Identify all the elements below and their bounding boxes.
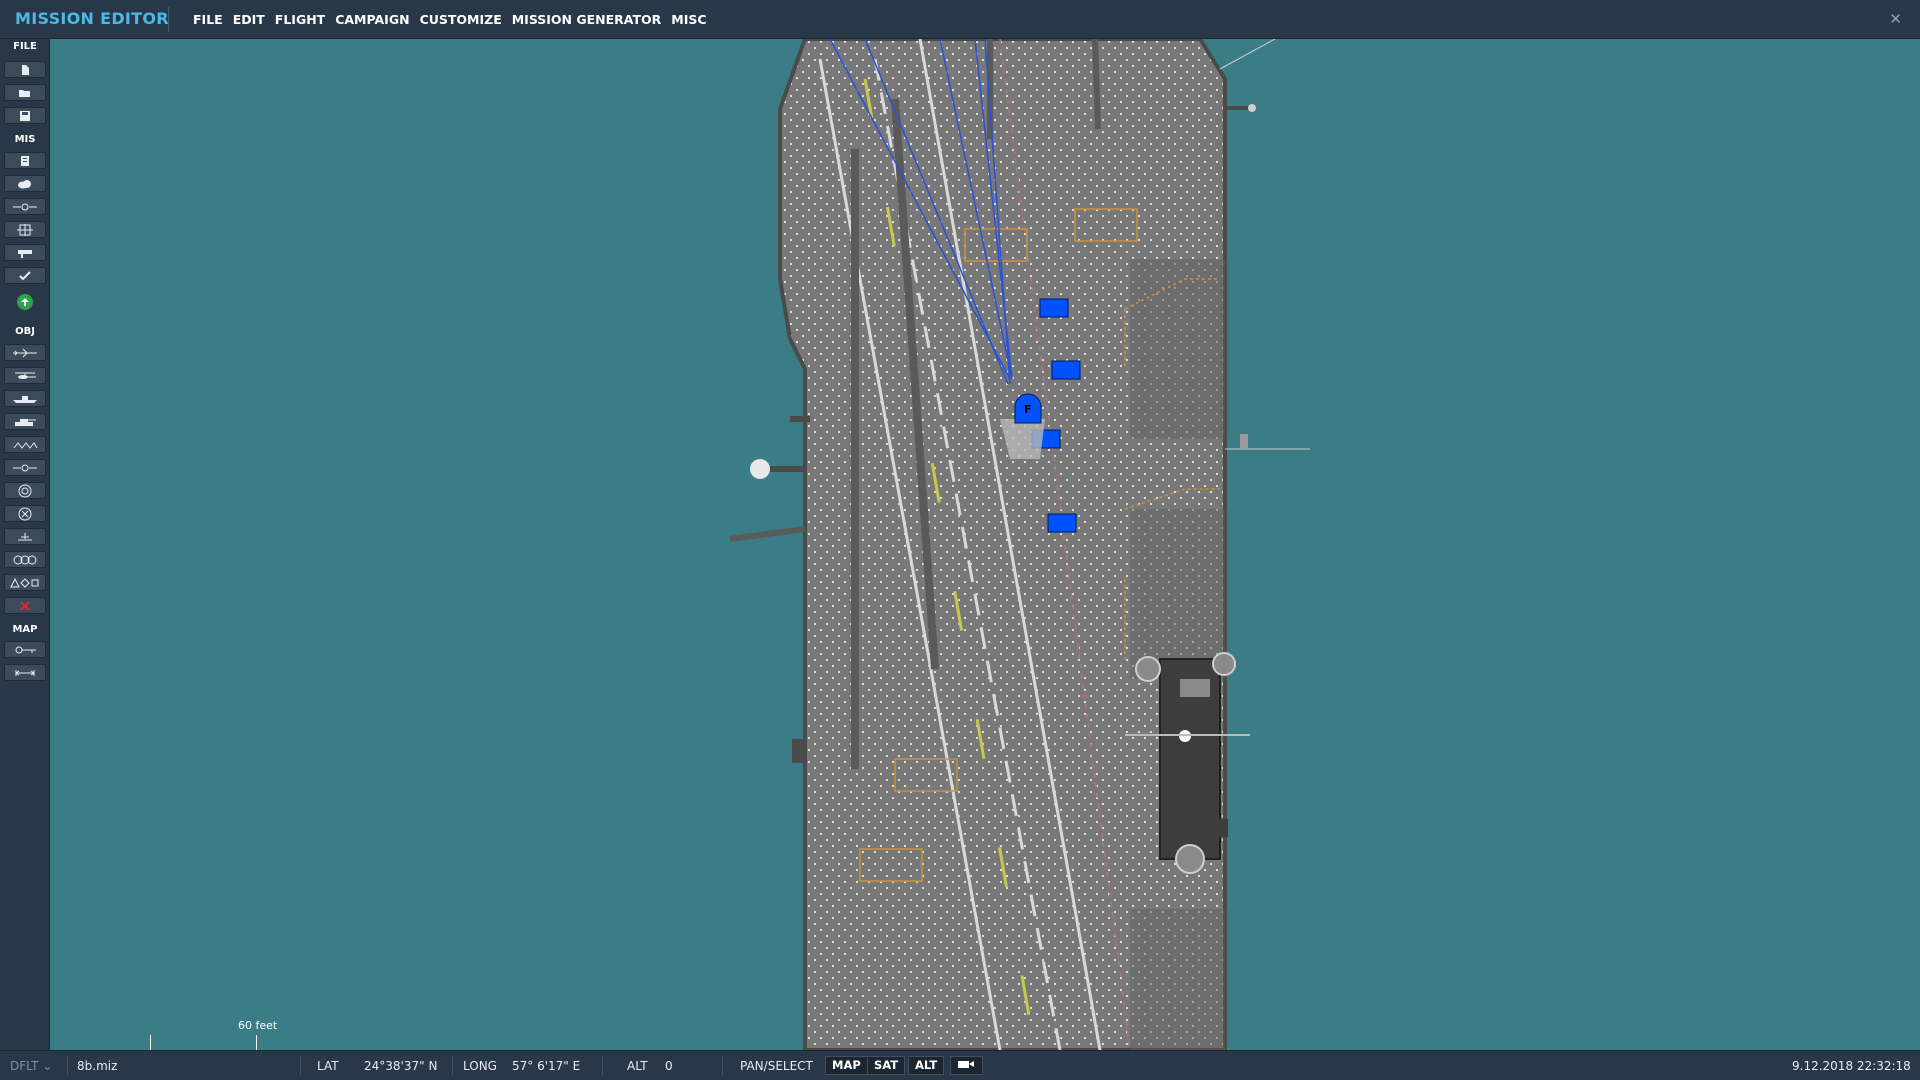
lat-label: LAT [317,1059,339,1073]
open-mission-button[interactable] [4,84,46,101]
add-airfield-button[interactable] [4,528,46,545]
delete-object-button[interactable] [4,597,46,614]
menu-campaign[interactable]: CAMPAIGN [335,12,409,27]
waypoint-icon [13,464,37,471]
camera-view-button[interactable] [950,1056,983,1075]
clipboard-icon [21,155,29,166]
long-label: LONG [463,1059,497,1073]
mission-filename: 8b.miz [77,1059,118,1073]
sat-view-button[interactable]: SAT [867,1056,906,1075]
draw-shapes-button[interactable] [4,574,46,591]
checkmark-icon [19,270,31,280]
menu-mission-generator[interactable]: MISSION GENERATOR [512,12,662,27]
ruler-icon [15,669,35,676]
briefing-button[interactable] [4,152,46,169]
close-icon[interactable]: ✕ [1889,10,1902,28]
map-view-button[interactable]: MAP [825,1056,868,1075]
static-unit-marker[interactable] [1039,298,1069,318]
target-icon [18,484,32,497]
section-label-obj: OBJ [15,326,35,337]
static-unit-marker[interactable] [1047,513,1077,533]
airfield-icon [18,532,32,540]
menu-edit[interactable]: EDIT [233,12,265,27]
triggers-button[interactable] [4,244,46,261]
scale-label: 60 feet [238,1019,278,1032]
alt-view-button[interactable]: ALT [908,1056,945,1075]
menu-misc[interactable]: MISC [671,12,706,27]
long-value: 57° 6'17" E [512,1059,581,1073]
section-label-mis: MIS [14,134,36,145]
key-icon [15,646,36,653]
alt-label: ALT [627,1059,648,1073]
app-title: MISSION EDITOR [15,9,169,28]
map-canvas[interactable]: F 60 feet [50,39,1920,1050]
menu-flight[interactable]: FLIGHT [275,12,325,27]
main-menu: FILE EDIT FLIGHT CAMPAIGN CUSTOMIZE MISS… [193,12,707,27]
nav-point-icon [18,507,32,520]
left-toolbar: FILE MIS OBJ MAP [0,39,50,1079]
cloud-icon [18,179,31,188]
profile-select[interactable]: DFLT ⌄ [10,1059,52,1073]
flag-icon [18,249,32,258]
camera-icon [958,1061,974,1068]
plane-icon [13,348,37,357]
add-ship-button[interactable] [4,390,46,407]
top-menu-bar: MISSION EDITOR FILE EDIT FLIGHT CAMPAIGN… [0,0,1920,39]
add-vehicle-button[interactable] [4,413,46,430]
title-divider [168,7,169,32]
new-mission-button[interactable] [4,61,46,78]
status-bar: DFLT ⌄ 8b.miz LAT 24°38'37" N LONG 57° 6… [0,1050,1920,1080]
helicopter-icon [15,372,36,379]
trigger-zone-icon [17,223,33,236]
delete-icon [20,600,30,611]
route-icon [13,203,37,210]
section-label-map: MAP [12,624,38,635]
map-options-button[interactable] [4,641,46,658]
save-mission-button[interactable] [4,107,46,124]
ruler-button[interactable] [4,664,46,681]
flight-group-label: F [1024,403,1032,416]
scale-bar [150,1035,257,1050]
folder-open-icon [19,89,30,97]
save-icon [20,110,30,121]
tank-icon [15,418,36,426]
profile-value: DFLT [10,1059,39,1073]
add-target-button[interactable] [4,482,46,499]
carrier-deck-view [729,39,1310,1050]
template-icon [13,555,37,564]
add-static-button[interactable] [4,436,46,453]
alt-value: 0 [665,1059,673,1073]
add-helicopter-button[interactable] [4,367,46,384]
mission-datetime: 9.12.2018 22:32:18 [1792,1059,1911,1073]
ship-icon [13,395,37,403]
static-unit-marker[interactable] [1051,360,1081,380]
menu-customize[interactable]: CUSTOMIZE [420,12,502,27]
add-fire-button[interactable] [4,459,46,476]
fly-mission-button[interactable] [17,294,33,310]
mode-label: PAN/SELECT [740,1059,813,1073]
add-template-button[interactable] [4,551,46,568]
route-button[interactable] [4,198,46,215]
add-plane-button[interactable] [4,344,46,361]
section-label-file: FILE [13,41,37,52]
menu-file[interactable]: FILE [193,12,223,27]
new-file-icon [22,64,29,75]
add-nav-point-button[interactable] [4,505,46,522]
shapes-icon [10,577,39,588]
lat-value: 24°38'37" N [364,1059,438,1073]
chevron-down-icon: ⌄ [42,1059,53,1073]
check-mission-button[interactable] [4,267,46,284]
arrow-up-icon [21,298,29,306]
trigger-zone-button[interactable] [4,221,46,238]
weather-button[interactable] [4,175,46,192]
static-object-icon [13,441,38,449]
